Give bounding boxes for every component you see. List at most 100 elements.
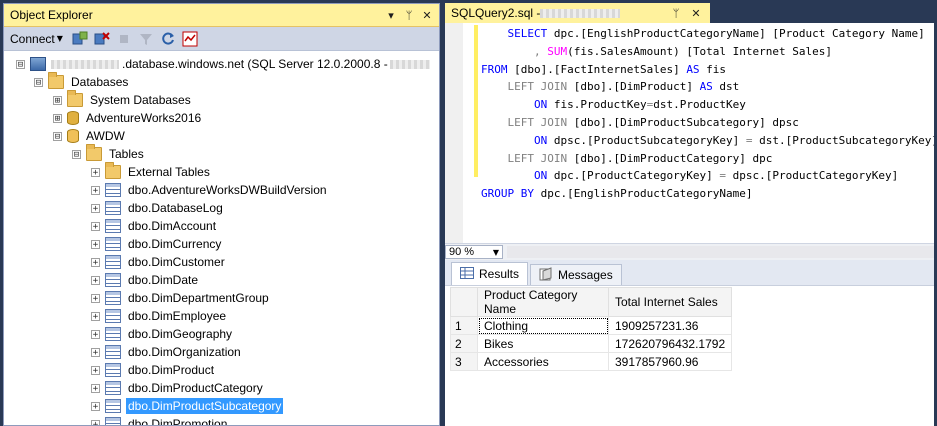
tree-node-table[interactable]: + dbo.DimPromotion [4, 415, 439, 425]
code-line: ON dpsc.[ProductSubcategoryKey] = dst.[P… [481, 132, 934, 150]
grid-corner[interactable] [450, 287, 478, 317]
disconnect-icon[interactable] [93, 30, 111, 48]
cell-total-internet-sales[interactable]: 1909257231.36 [607, 316, 733, 335]
connect-object-explorer-icon[interactable] [71, 30, 89, 48]
zoom-value: 90 % [449, 246, 475, 258]
code-line: LEFT JOIN [dbo].[DimProductSubcategory] … [481, 114, 934, 132]
collapse-icon[interactable]: ⊟ [53, 131, 62, 141]
tree-node-tables[interactable]: ⊟ Tables [4, 144, 439, 163]
code-line: SELECT dpc.[EnglishProductCategoryName] … [481, 25, 934, 43]
collapse-icon[interactable]: ⊟ [16, 59, 25, 69]
zoom-select[interactable]: 90 % ▼ [445, 245, 503, 259]
expand-icon[interactable]: + [91, 365, 100, 375]
tree-node-table[interactable]: + External Tables [4, 162, 439, 181]
tree-node-table[interactable]: + dbo.DimGeography [4, 325, 439, 343]
code-line: LEFT JOIN [dbo].[DimProductCategory] dpc [481, 150, 934, 168]
table-icon [105, 309, 121, 323]
tree-node-table[interactable]: + dbo.DimCustomer [4, 253, 439, 271]
auto-hide-pin-icon[interactable]: ᛘ [401, 7, 417, 23]
cell-product-category-name[interactable]: Clothing [477, 316, 609, 335]
code-token: = [745, 133, 753, 147]
column-header[interactable]: Total Internet Sales [607, 287, 733, 317]
cell-total-internet-sales[interactable]: 3917857960.96 [607, 352, 733, 371]
column-header[interactable]: Product Category Name [477, 287, 609, 317]
expand-icon[interactable]: + [91, 347, 100, 357]
object-explorer-title: Object Explorer [10, 8, 93, 22]
expand-icon[interactable]: + [91, 239, 100, 249]
tab-messages[interactable]: Messages [530, 264, 622, 285]
horizontal-scrollbar[interactable] [507, 246, 934, 258]
refresh-icon[interactable] [159, 30, 177, 48]
expand-icon[interactable]: + [91, 185, 100, 195]
tree-node-adventureworks2016[interactable]: ⊞ AdventureWorks2016 [4, 109, 439, 127]
redacted-connection-name [540, 8, 621, 18]
close-icon[interactable]: ✕ [419, 7, 435, 23]
activity-monitor-icon[interactable] [181, 30, 199, 48]
close-tab-icon[interactable]: ✕ [688, 5, 704, 21]
expand-icon[interactable]: + [91, 293, 100, 303]
tree-node-label: dbo.DimProductCategory [128, 381, 263, 395]
expand-icon[interactable]: + [91, 419, 100, 425]
sql-code[interactable]: SELECT dpc.[EnglishProductCategoryName] … [481, 25, 934, 203]
table-row[interactable]: 3 Accessories 3917857960.96 [450, 352, 733, 371]
connect-button[interactable]: Connect ▼ [10, 32, 63, 46]
tab-results[interactable]: Results [451, 262, 529, 285]
tree-node-label: dbo.DimEmployee [128, 309, 227, 323]
tree-node-label: dbo.DimProductSubcategory [126, 398, 284, 414]
tree-node-table[interactable]: + dbo.DimProductSubcategory [4, 397, 439, 415]
redacted-server-name [51, 59, 119, 69]
table-row[interactable]: 2 Bikes 172620796432.1792 [450, 334, 733, 353]
tree-node-system-databases[interactable]: ⊞ System Databases [4, 90, 439, 109]
code-token: fis.ProductKey [547, 98, 647, 112]
cell-product-category-name[interactable]: Bikes [477, 334, 609, 353]
window-position-icon[interactable]: ▾ [383, 7, 399, 23]
expand-icon[interactable]: + [91, 329, 100, 339]
server-icon [30, 57, 46, 71]
code-token: SELECT [507, 27, 548, 40]
expand-icon[interactable]: ⊞ [53, 95, 62, 105]
expand-icon[interactable]: + [91, 167, 100, 177]
expand-icon[interactable]: + [91, 257, 100, 267]
table-row[interactable]: 1 Clothing 1909257231.36 [450, 316, 733, 335]
expand-icon[interactable]: ⊞ [53, 113, 62, 123]
tree-node-table[interactable]: + dbo.DimProduct [4, 361, 439, 379]
tree-node-table[interactable]: + dbo.DimProductCategory [4, 379, 439, 397]
tree-node-table[interactable]: + dbo.DimCurrency [4, 235, 439, 253]
row-number[interactable]: 1 [450, 316, 478, 335]
expand-icon[interactable]: + [91, 275, 100, 285]
folder-icon [105, 162, 121, 179]
collapse-icon[interactable]: ⊟ [72, 149, 81, 159]
tree-node-table[interactable]: + dbo.DimOrganization [4, 343, 439, 361]
table-icon [105, 273, 121, 287]
collapse-icon[interactable]: ⊟ [34, 77, 43, 87]
tree-node-table[interactable]: + dbo.DimDate [4, 271, 439, 289]
tab-sqlquery2[interactable]: SQLQuery2.sql - ᛘ ✕ [445, 3, 710, 23]
expand-icon[interactable]: + [91, 311, 100, 321]
tree-node-table[interactable]: + dbo.DimEmployee [4, 307, 439, 325]
expand-icon[interactable]: + [91, 221, 100, 231]
tree-node-awdw[interactable]: ⊟ AWDW [4, 127, 439, 145]
tree-node-label: dbo.DimCustomer [128, 255, 225, 269]
code-token: [dbo].[DimProduct] [567, 80, 700, 94]
expand-icon[interactable]: + [91, 383, 100, 393]
code-token: , [533, 44, 541, 58]
results-grid[interactable]: Product Category Name Total Internet Sal… [450, 287, 733, 371]
pin-tab-icon[interactable]: ᛘ [668, 5, 684, 21]
tree-node-table[interactable]: + dbo.AdventureWorksDWBuildVersion [4, 181, 439, 199]
tree-node-server[interactable]: ⊟ .database.windows.net (SQL Server 12.0… [4, 55, 439, 73]
expand-icon[interactable]: + [91, 401, 100, 411]
tree-node-table[interactable]: + dbo.DatabaseLog [4, 199, 439, 217]
expand-icon[interactable]: + [91, 203, 100, 213]
tree-node-table[interactable]: + dbo.DimAccount [4, 217, 439, 235]
sql-editor[interactable]: SELECT dpc.[EnglishProductCategoryName] … [445, 23, 934, 243]
tree-node-label: dbo.DimGeography [128, 327, 233, 341]
tree-node-table[interactable]: + dbo.DimDepartmentGroup [4, 289, 439, 307]
cell-product-category-name[interactable]: Accessories [477, 352, 609, 371]
row-number[interactable]: 2 [450, 334, 478, 353]
tree-node-databases[interactable]: ⊟ Databases [4, 72, 439, 91]
row-number[interactable]: 3 [450, 352, 478, 371]
cell-total-internet-sales[interactable]: 172620796432.1792 [607, 334, 733, 353]
